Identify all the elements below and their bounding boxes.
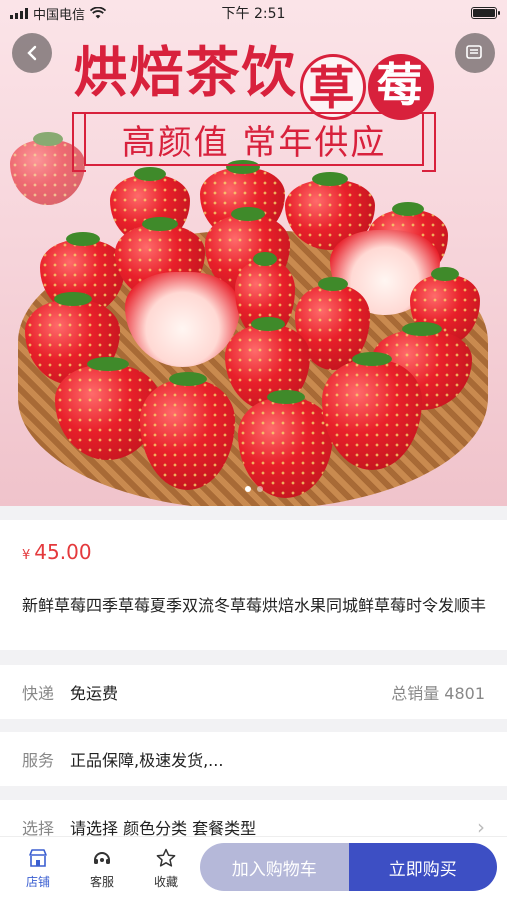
shipping-label: 快递 bbox=[22, 684, 55, 703]
tab-label: 店铺 bbox=[25, 875, 50, 889]
product-title: 新鲜草莓四季草莓夏季双流冬草莓烘焙水果同城鲜草莓时令发顺丰 bbox=[22, 596, 487, 615]
shipping-row: 快递 免运费 总销量 4801 bbox=[0, 665, 507, 719]
shipping-value: 免运费 bbox=[70, 684, 119, 703]
banner-title: 烘焙茶饮草莓 bbox=[0, 28, 507, 120]
tab-label: 客服 bbox=[89, 875, 114, 889]
service-label: 服务 bbox=[22, 751, 55, 770]
banner-subtitle: 高颜值 常年供应 bbox=[72, 112, 436, 172]
service-value: 正品保障,极速发货,... bbox=[70, 751, 224, 770]
product-price: ¥45.00 bbox=[22, 540, 92, 564]
carousel-dot bbox=[256, 486, 263, 492]
bottom-action-bar: 店铺 客服 收藏 加入购物车 立即购买 bbox=[0, 836, 507, 900]
status-time: 下午 2:51 bbox=[221, 6, 286, 22]
more-button[interactable] bbox=[455, 33, 495, 73]
tab-label: 收藏 bbox=[153, 875, 178, 889]
tab-favorite[interactable]: 收藏 bbox=[134, 847, 198, 890]
back-button[interactable] bbox=[12, 33, 52, 73]
product-image-carousel[interactable]: 烘焙茶饮草莓 高颜值 常年供应 bbox=[0, 0, 507, 506]
purchase-buttons: 加入购物车 立即购买 bbox=[200, 843, 497, 891]
battery-icon bbox=[471, 7, 500, 19]
carousel-dot bbox=[244, 486, 251, 492]
wifi-icon bbox=[90, 7, 107, 19]
service-row[interactable]: 服务 正品保障,极速发货,... bbox=[0, 732, 507, 786]
tab-customer-service[interactable]: 客服 bbox=[70, 847, 134, 890]
buy-now-button[interactable]: 立即购买 bbox=[348, 843, 497, 891]
add-to-cart-button[interactable]: 加入购物车 bbox=[200, 843, 349, 891]
price-panel: ¥45.00 新鲜草莓四季草莓夏季双流冬草莓烘焙水果同城鲜草莓时令发顺丰 bbox=[0, 520, 507, 650]
store-icon bbox=[29, 849, 47, 867]
carrier-label: 中国电信 bbox=[33, 7, 86, 23]
chevron-left-icon bbox=[27, 45, 37, 61]
star-icon bbox=[156, 848, 176, 867]
status-bar: 中国电信 下午 2:51 bbox=[0, 0, 507, 26]
signal-icon bbox=[10, 7, 28, 19]
carousel-indicator bbox=[0, 486, 507, 492]
menu-icon bbox=[466, 45, 482, 59]
tab-store[interactable]: 店铺 bbox=[6, 847, 70, 890]
sales-count: 总销量 4801 bbox=[391, 684, 485, 703]
headset-icon bbox=[94, 852, 110, 864]
